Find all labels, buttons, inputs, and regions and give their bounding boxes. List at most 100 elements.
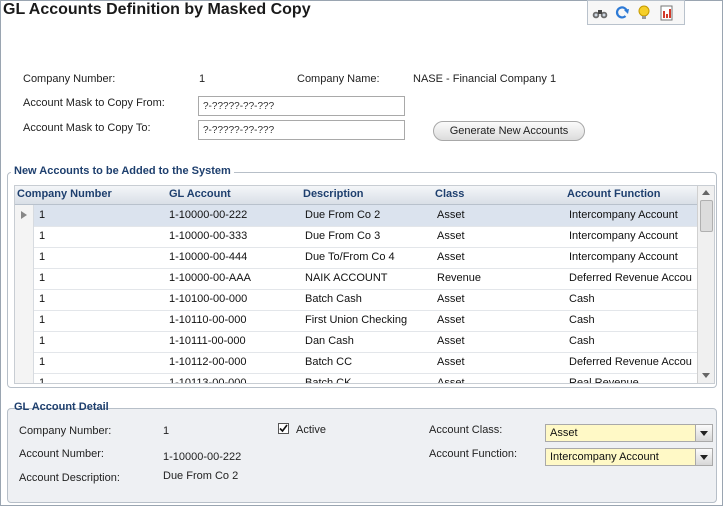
table-row[interactable]: 1 1-10111-00-000 Dan Cash Asset Cash (15, 331, 698, 353)
mask-to-label: Account Mask to Copy To: (23, 122, 151, 134)
cell-description: Due To/From Co 4 (305, 251, 395, 263)
cell-gl-account: 1-10110-00-000 (169, 314, 247, 326)
cell-gl-account: 1-10000-00-AAA (169, 272, 251, 284)
column-header-gl-account[interactable]: GL Account (169, 188, 231, 200)
lightbulb-icon[interactable] (636, 5, 652, 21)
mask-to-input[interactable] (198, 120, 405, 140)
cell-class: Asset (437, 293, 465, 305)
cell-company-number: 1 (39, 230, 46, 242)
cell-gl-account: 1-10100-00-000 (169, 293, 248, 305)
cell-account-function: Deferred Revenue Accou (569, 356, 692, 368)
cell-gl-account: 1-10000-00-222 (169, 209, 248, 221)
cell-gl-account: 1-10000-00-444 (169, 251, 248, 263)
row-selector[interactable] (15, 226, 34, 247)
chevron-down-icon (700, 430, 708, 436)
company-name-value: NASE - Financial Company 1 (413, 73, 557, 85)
account-function-label: Account Function: (429, 448, 518, 460)
cell-company-number: 1 (39, 293, 46, 305)
mask-from-input[interactable] (198, 96, 405, 116)
grid-vertical-scrollbar[interactable] (697, 186, 714, 383)
account-class-dropdown-button[interactable] (695, 425, 712, 441)
cell-account-function: Cash (569, 293, 595, 305)
cell-account-function: Intercompany Account (569, 209, 678, 221)
cell-gl-account: 1-10112-00-000 (169, 356, 247, 368)
cell-company-number: 1 (39, 377, 46, 384)
cell-account-function: Real Revenue (569, 377, 639, 384)
account-function-dropdown-button[interactable] (695, 449, 712, 465)
table-row[interactable]: 1 1-10000-00-AAA NAIK ACCOUNT Revenue Deferr… (15, 268, 698, 290)
grid-scroll-thumb[interactable] (700, 200, 713, 232)
table-row[interactable]: 1 1-10113-00-000 Batch CK Asset Real Revenue (15, 373, 698, 384)
company-number-value: 1 (199, 73, 206, 85)
table-row[interactable]: 1 1-10110-00-000 First Union Checking Asset… (15, 310, 698, 332)
row-selector[interactable] (15, 247, 34, 268)
refresh-icon[interactable] (614, 5, 630, 21)
column-header-class[interactable]: Class (435, 188, 464, 200)
page-title: GL Accounts Definition by Masked Copy (3, 1, 311, 18)
mask-from-label: Account Mask to Copy From: (23, 97, 165, 109)
new-accounts-title: New Accounts to be Added to the System (11, 165, 234, 177)
table-row[interactable]: 1 1-10000-00-222 Due From Co 2 Asset Interco… (15, 205, 698, 227)
cell-company-number: 1 (39, 335, 46, 347)
account-class-value: Asset (550, 427, 578, 439)
column-header-account-function[interactable]: Account Function (567, 188, 661, 200)
cell-company-number: 1 (39, 356, 46, 368)
cell-class: Asset (437, 314, 465, 326)
cell-account-function: Intercompany Account (569, 230, 678, 242)
active-label: Active (296, 424, 326, 436)
column-header-description[interactable]: Description (303, 188, 364, 200)
cell-class: Asset (437, 230, 465, 242)
account-function-select[interactable]: Intercompany Account (545, 448, 713, 466)
cell-class: Asset (437, 356, 465, 368)
detail-account-number-label: Account Number: (19, 448, 104, 460)
row-selector[interactable] (15, 205, 34, 226)
cell-description: Dan Cash (305, 335, 354, 347)
detail-account-description-value: Due From Co 2 (163, 470, 239, 482)
cell-class: Asset (437, 335, 465, 347)
cell-company-number: 1 (39, 209, 46, 221)
active-checkbox[interactable] (278, 423, 289, 434)
row-selector[interactable] (15, 268, 34, 289)
cell-company-number: 1 (39, 251, 46, 263)
cell-account-function: Deferred Revenue Accou (569, 272, 692, 284)
account-class-select[interactable]: Asset (545, 424, 713, 442)
company-name-label: Company Name: (297, 73, 380, 85)
chevron-down-icon (700, 454, 708, 460)
cell-gl-account: 1-10000-00-333 (169, 230, 248, 242)
detail-title: GL Account Detail (14, 401, 109, 413)
cell-gl-account: 1-10113-00-000 (169, 377, 247, 384)
cell-account-function: Cash (569, 314, 595, 326)
cell-class: Asset (437, 377, 465, 384)
row-selector[interactable] (15, 310, 34, 331)
cell-class: Asset (437, 209, 465, 221)
row-selector[interactable] (15, 289, 34, 310)
cell-description: Due From Co 3 (305, 230, 381, 242)
cell-company-number: 1 (39, 272, 46, 284)
cell-class: Asset (437, 251, 465, 263)
detail-account-description-label: Account Description: (19, 472, 120, 484)
grid-header: Company Number GL Account Description Cl… (15, 186, 698, 205)
table-row[interactable]: 1 1-10000-00-444 Due To/From Co 4 Asset Inte… (15, 247, 698, 269)
binoculars-icon[interactable] (592, 5, 608, 21)
account-function-value: Intercompany Account (550, 451, 659, 463)
cell-account-function: Intercompany Account (569, 251, 678, 263)
cell-class: Revenue (437, 272, 482, 284)
table-row[interactable]: 1 1-10100-00-000 Batch Cash Asset Cash (15, 289, 698, 311)
table-row[interactable]: 1 1-10000-00-333 Due From Co 3 Asset Interco… (15, 226, 698, 248)
row-selector[interactable] (15, 352, 34, 373)
cell-account-function: Cash (569, 335, 595, 347)
new-accounts-grid: Company Number GL Account Description Cl… (14, 185, 715, 384)
cell-description: NAIK ACCOUNT (305, 272, 388, 284)
column-header-company-number[interactable]: Company Number (17, 188, 112, 200)
toolbar (587, 0, 685, 25)
row-selector[interactable] (15, 373, 34, 383)
row-selector[interactable] (15, 331, 34, 352)
company-number-label: Company Number: (23, 73, 116, 85)
cell-company-number: 1 (39, 314, 46, 326)
generate-new-accounts-button[interactable]: Generate New Accounts (433, 121, 585, 141)
report-icon[interactable] (658, 5, 674, 21)
detail-company-number-value: 1 (163, 425, 170, 437)
detail-account-number-value: 1-10000-00-222 (163, 451, 242, 463)
table-row[interactable]: 1 1-10112-00-000 Batch CC Asset Deferred Rev… (15, 352, 698, 374)
cell-description: First Union Checking (305, 314, 408, 326)
